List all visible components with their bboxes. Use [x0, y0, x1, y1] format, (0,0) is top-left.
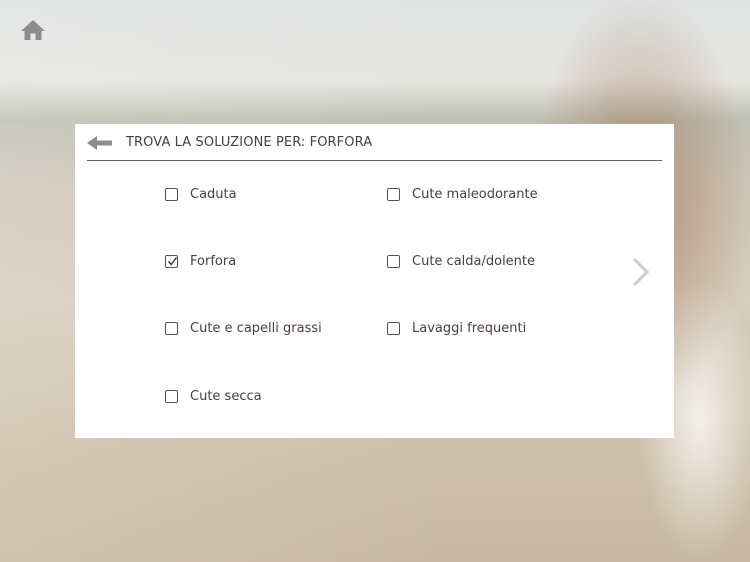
- home-button[interactable]: [20, 18, 46, 42]
- solution-panel: TROVA LA SOLUZIONE PER: FORFORA Caduta C…: [75, 124, 674, 438]
- option-label: Forfora: [190, 253, 237, 269]
- checkbox[interactable]: [387, 254, 400, 268]
- option-label: Caduta: [190, 186, 237, 202]
- option-label: Cute calda/dolente: [412, 253, 536, 269]
- option-label: Cute secca: [190, 388, 262, 404]
- option-cute-e-capelli-grassi[interactable]: Cute e capelli grassi: [165, 318, 322, 338]
- back-button[interactable]: [87, 134, 113, 152]
- option-label: Lavaggi frequenti: [412, 320, 527, 336]
- option-cute-maleodorante[interactable]: Cute maleodorante: [387, 184, 538, 204]
- home-icon: [21, 20, 45, 40]
- option-caduta[interactable]: Caduta: [165, 184, 237, 204]
- checkbox[interactable]: [165, 389, 178, 403]
- checkbox[interactable]: [165, 187, 178, 201]
- checkbox-checked[interactable]: [165, 254, 178, 268]
- panel-header: TROVA LA SOLUZIONE PER: FORFORA: [87, 124, 662, 161]
- arrow-left-icon: [87, 136, 112, 150]
- option-cute-calda-dolente[interactable]: Cute calda/dolente: [387, 251, 535, 271]
- page-title: TROVA LA SOLUZIONE PER: FORFORA: [126, 135, 373, 150]
- option-label: Cute e capelli grassi: [190, 320, 322, 336]
- checkbox[interactable]: [387, 321, 400, 335]
- option-forfora[interactable]: Forfora: [165, 251, 236, 271]
- checkbox[interactable]: [387, 187, 400, 201]
- next-button[interactable]: [630, 256, 652, 288]
- checkbox[interactable]: [165, 321, 178, 335]
- option-cute-secca[interactable]: Cute secca: [165, 386, 262, 406]
- option-label: Cute maleodorante: [412, 186, 538, 202]
- checkmark-icon: [167, 256, 178, 266]
- chevron-right-icon: [632, 257, 650, 287]
- option-lavaggi-frequenti[interactable]: Lavaggi frequenti: [387, 318, 526, 338]
